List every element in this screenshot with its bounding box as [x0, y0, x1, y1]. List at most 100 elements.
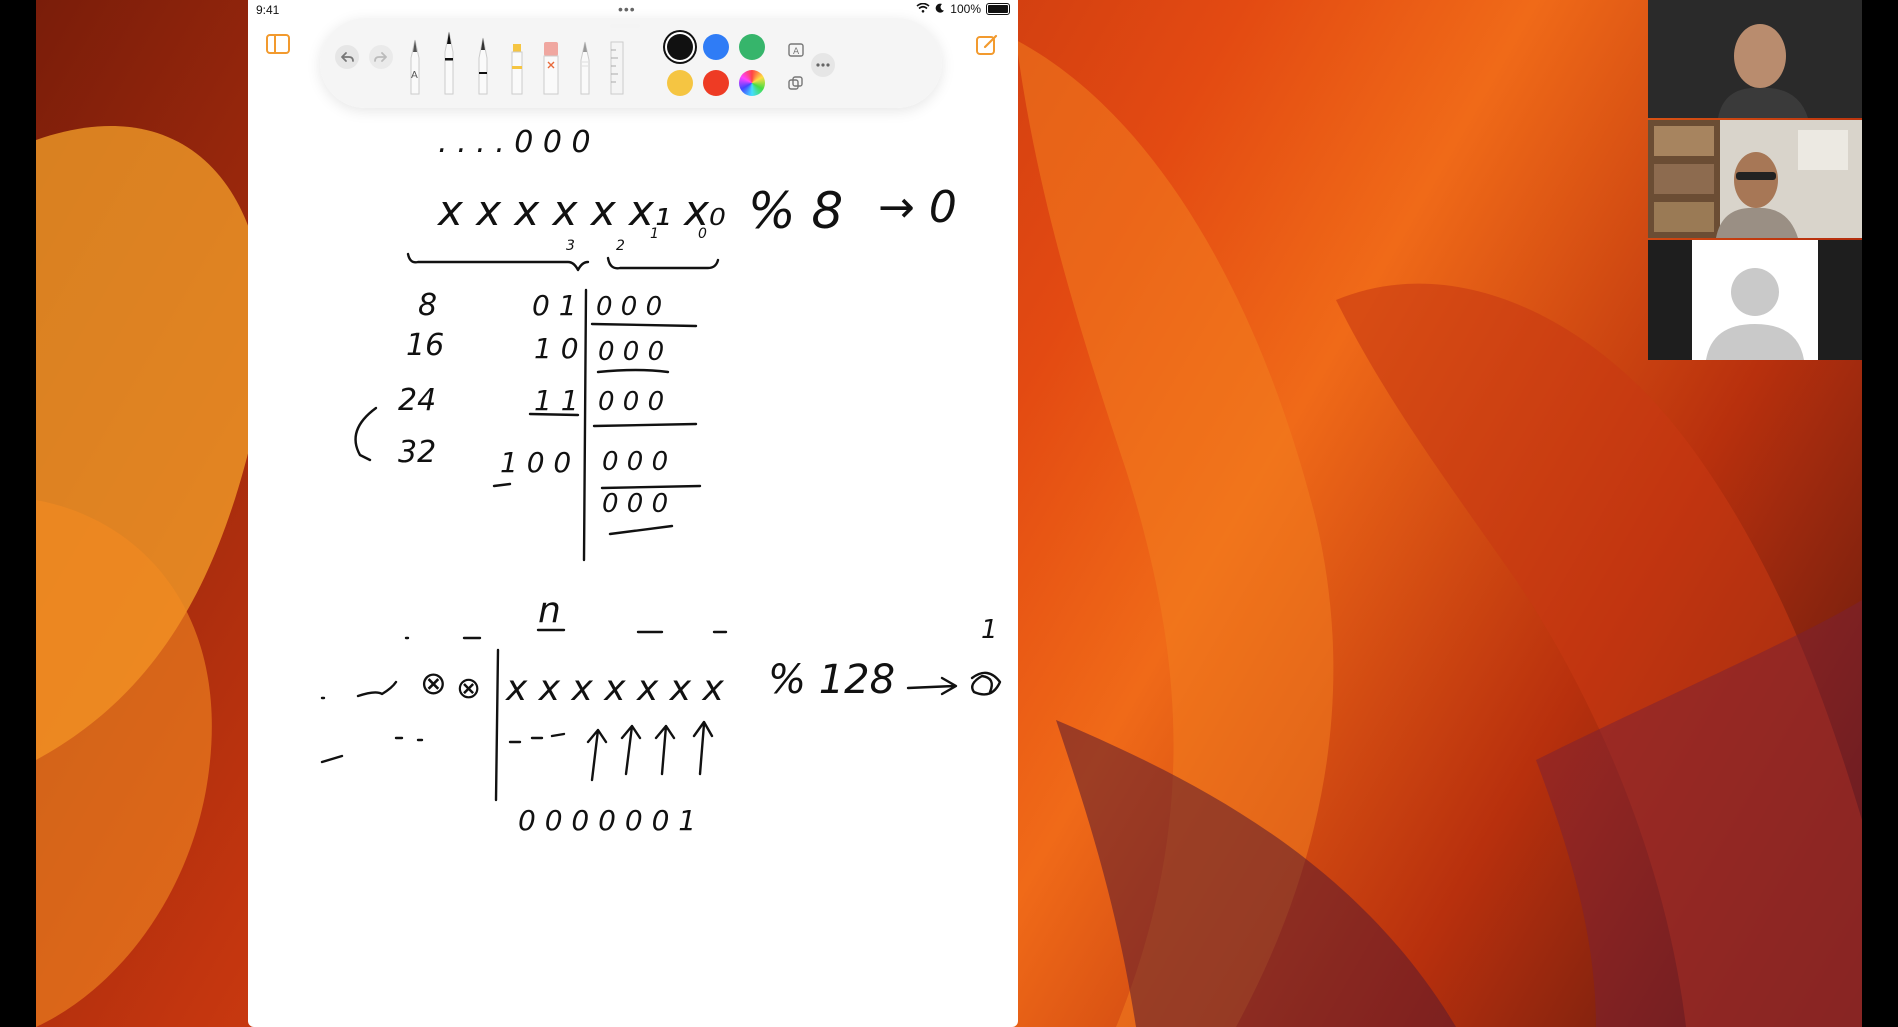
status-bar: 9:41 ••• 100% [248, 0, 1018, 20]
table-mid-2: 1 1 [534, 384, 579, 417]
n-label: n [538, 590, 561, 631]
status-indicators: 100% [916, 2, 1010, 16]
shapes-button[interactable] [786, 74, 806, 94]
text-box-icon: A [788, 43, 804, 57]
participant-video-1[interactable] [1648, 0, 1862, 118]
mid-underline-2 [492, 482, 512, 488]
bit-dashes [508, 732, 566, 744]
highlighter-icon [511, 44, 523, 95]
ruler-tool[interactable] [608, 40, 626, 96]
table-left-2: 24 [398, 383, 436, 418]
circled-bit-2: ⊗ [456, 671, 481, 706]
moon-icon [935, 2, 945, 16]
sidebar-toggle-button[interactable] [266, 34, 290, 54]
table-right-2: 0 0 0 [598, 387, 664, 417]
table-mid-1: 1 0 [534, 332, 579, 365]
brace-left [406, 252, 590, 272]
color-red-swatch[interactable] [703, 70, 729, 96]
carry-arrow [354, 406, 378, 462]
pencil-tool[interactable] [574, 36, 596, 96]
multitasking-dots[interactable]: ••• [618, 1, 636, 17]
bit-arrow-3 [654, 724, 676, 776]
table-right-4: 0 0 0 [602, 489, 668, 519]
table-mid-3: 1 0 0 [500, 446, 571, 479]
subscript-1: 1 [650, 226, 659, 242]
bottom-bits: 0 0 0 0 0 0 1 [518, 804, 696, 837]
svg-text:A: A [793, 47, 800, 57]
color-yellow-swatch[interactable] [667, 70, 693, 96]
table-right-0: 0 0 0 [596, 292, 662, 322]
color-black-swatch[interactable] [667, 34, 693, 60]
one-label: 1 [981, 615, 998, 645]
mod-128: % 128 [768, 657, 895, 703]
wifi-icon [916, 2, 930, 16]
ellipsis-icon [811, 53, 835, 77]
subscript-3: 3 [566, 238, 575, 254]
bit-arrow-1 [586, 728, 608, 782]
bits-row-2: x x x x x x x [505, 668, 724, 709]
text-box-button[interactable]: A [786, 40, 806, 60]
pen-icon [444, 31, 454, 95]
compose-button[interactable] [974, 32, 1000, 58]
bit-arrow-4 [692, 720, 714, 776]
avatar [1692, 240, 1818, 360]
right-line-3 [600, 484, 702, 490]
color-picker-wheel[interactable] [739, 70, 765, 96]
bit-arrow-2 [620, 724, 642, 776]
video-call-panel [1648, 0, 1862, 360]
more-options-button[interactable] [810, 52, 836, 78]
table-left-0: 8 [418, 288, 437, 323]
ipad-window: 9:41 ••• 100% A A . . . . 0 0 0 x x x x … [248, 0, 1018, 1027]
pen-tool[interactable] [438, 30, 460, 96]
svg-text:A: A [411, 70, 418, 81]
drawing-canvas[interactable]: . . . . 0 0 0 x x x x x x₁ x₀ 3 2 1 0 % … [248, 110, 1018, 1027]
shapes-icon [788, 76, 803, 90]
mod-8-result: → 0 [878, 182, 957, 233]
eraser-tool[interactable] [540, 38, 562, 96]
markup-toolbar: A A [320, 18, 942, 108]
scribbled-result [970, 671, 1002, 696]
monoline-tool[interactable] [472, 34, 494, 96]
handwriting-layer: . . . . 0 0 0 x x x x x x₁ x₀ 3 2 1 0 % … [320, 125, 1002, 837]
participant-1-image [1648, 0, 1862, 118]
right-line-2 [592, 422, 698, 428]
subscript-0: 0 [698, 226, 707, 242]
pen-a-icon: A [410, 39, 420, 95]
highlighter-tool[interactable] [506, 36, 528, 96]
mod-8: % 8 [748, 182, 843, 240]
right-line-1 [596, 368, 670, 374]
subscript-2: 2 [616, 238, 625, 254]
blank-dashes [404, 630, 728, 640]
battery-icon [986, 3, 1010, 15]
status-time: 9:41 [256, 3, 280, 17]
monoline-icon [478, 37, 488, 95]
left-dashes [320, 680, 398, 700]
pencil-icon [580, 41, 590, 95]
battery-percent: 100% [950, 2, 981, 16]
table-mid-0: 0 1 [532, 289, 577, 322]
note-top: . . . . 0 0 0 [438, 125, 591, 160]
second-divider [494, 648, 500, 802]
bits-row: x x x x x x₁ x₀ [436, 186, 726, 235]
eraser-icon [543, 42, 559, 95]
table-right-1: 0 0 0 [598, 337, 664, 367]
ruler-icon [610, 41, 624, 95]
avatar-placeholder-icon [1706, 268, 1804, 360]
undo-button[interactable] [334, 44, 360, 70]
table-divider [582, 288, 588, 562]
participant-video-2[interactable] [1648, 120, 1862, 238]
participant-2-image [1648, 120, 1862, 238]
compose-icon [976, 34, 998, 55]
pen-a-tool[interactable]: A [404, 36, 426, 96]
redo-button[interactable] [368, 44, 394, 70]
redo-icon [369, 45, 393, 69]
table-left-1: 16 [406, 328, 444, 363]
participant-video-3[interactable] [1648, 240, 1862, 360]
undo-icon [335, 45, 359, 69]
color-green-swatch[interactable] [739, 34, 765, 60]
brace-right [606, 256, 720, 270]
mid-underline [528, 412, 580, 417]
color-blue-swatch[interactable] [703, 34, 729, 60]
screen: 9:41 ••• 100% A A . . . . 0 0 0 x x x x … [0, 0, 1898, 1027]
circled-bit-1: ⊗ [420, 664, 447, 702]
